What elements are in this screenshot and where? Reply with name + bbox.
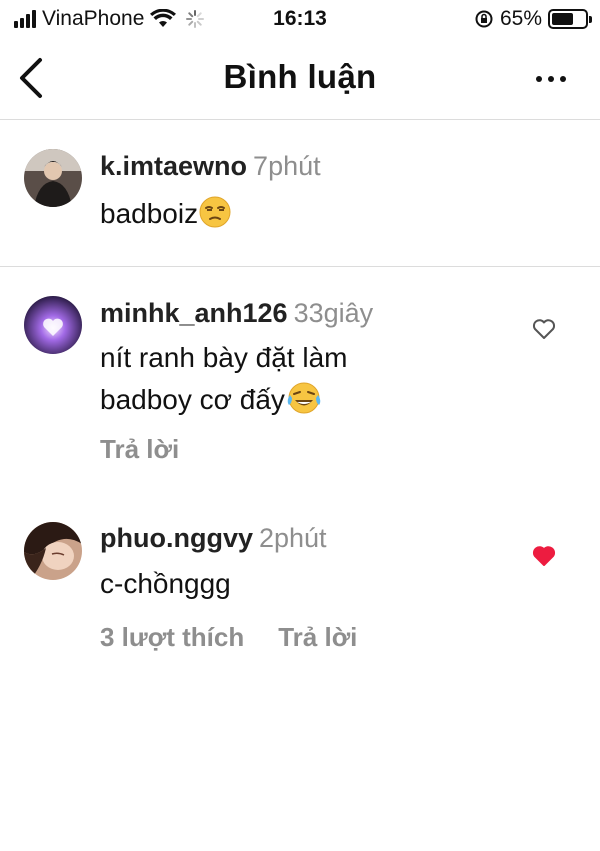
battery-icon bbox=[548, 9, 592, 29]
orientation-lock-icon bbox=[475, 10, 493, 28]
battery-percent: 65% bbox=[499, 7, 542, 30]
comment-meta: phuo.nggvy 2phút bbox=[100, 523, 327, 554]
timestamp: 33giây bbox=[293, 298, 374, 328]
heart-filled-icon[interactable] bbox=[531, 544, 557, 568]
comment-actions: Trả lời bbox=[100, 434, 179, 465]
unamused-face-emoji bbox=[199, 196, 231, 228]
battery-fill bbox=[552, 13, 573, 25]
caption-body: badboiz bbox=[100, 198, 199, 229]
more-options-icon[interactable] bbox=[536, 76, 566, 82]
username[interactable]: minhk_anh126 bbox=[100, 298, 288, 328]
avatar[interactable] bbox=[24, 522, 82, 580]
comment-text-line2: badboy cơ đấy bbox=[100, 384, 285, 415]
tears-of-joy-emoji bbox=[287, 382, 321, 414]
nav-header: Bình luận bbox=[0, 40, 600, 120]
timestamp: 2phút bbox=[258, 523, 327, 553]
reply-button[interactable]: Trả lời bbox=[278, 622, 357, 653]
comment-text: c-chồnggg bbox=[100, 568, 231, 599]
timestamp: 7phút bbox=[253, 151, 321, 181]
comment-text-line: badboy cơ đấy bbox=[100, 379, 500, 421]
status-bar: VinaPhone 16:13 65% bbox=[0, 0, 600, 40]
page-title: Bình luận bbox=[223, 58, 377, 95]
avatar[interactable] bbox=[24, 149, 82, 207]
caption-text: badboiz bbox=[100, 193, 232, 235]
avatar[interactable] bbox=[24, 296, 82, 354]
comment-meta: minhk_anh126 33giây bbox=[100, 298, 373, 329]
post-caption: k.imtaewno 7phút badboiz bbox=[0, 121, 600, 267]
comment-text-line: nít ranh bày đặt làm bbox=[100, 342, 348, 373]
heart-outline-icon[interactable] bbox=[531, 317, 557, 341]
username[interactable]: phuo.nggvy bbox=[100, 523, 253, 553]
comment-actions: 3 lượt thích Trả lời bbox=[100, 622, 357, 653]
comment-text: nít ranh bày đặt làm badboy cơ đấy bbox=[100, 337, 500, 421]
reply-button[interactable]: Trả lời bbox=[100, 434, 179, 465]
status-right: 65% bbox=[474, 7, 592, 31]
caption-meta: k.imtaewno 7phút bbox=[100, 151, 321, 182]
likes-count[interactable]: 3 lượt thích bbox=[100, 622, 244, 653]
username[interactable]: k.imtaewno bbox=[100, 151, 247, 181]
